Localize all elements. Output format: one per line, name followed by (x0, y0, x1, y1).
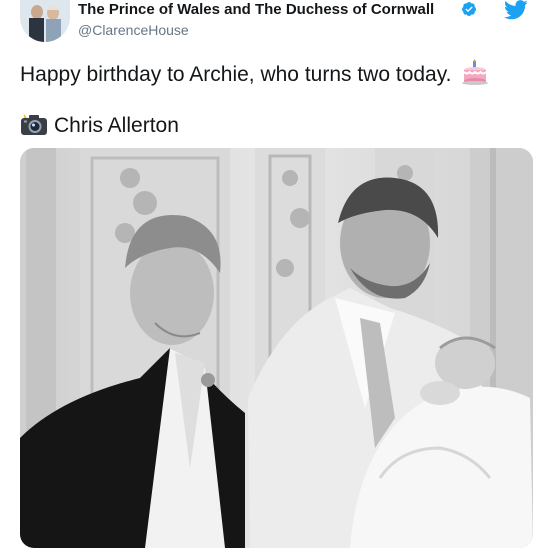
display-name[interactable]: The Prince of Wales and The Duchess of C… (78, 1, 434, 18)
tweet-body: Happy birthday to Archie, who turns two … (20, 63, 452, 86)
handle[interactable]: @ClarenceHouse (78, 22, 189, 38)
birthday-cake-emoji (462, 59, 489, 85)
verified-badge-icon (461, 2, 476, 16)
tweet-text: Happy birthday to Archie, who turns two … (20, 59, 489, 87)
tweet-photo[interactable] (20, 148, 533, 548)
photo-credit: Chris Allerton (20, 112, 179, 138)
credit-name: Chris Allerton (54, 114, 179, 137)
photo-image (20, 148, 533, 548)
camera-with-flash-emoji (21, 114, 47, 135)
twitter-bird-icon[interactable] (503, 0, 529, 20)
tweet-header: The Prince of Wales and The Duchess of C… (0, 0, 550, 52)
avatar[interactable] (20, 0, 70, 42)
